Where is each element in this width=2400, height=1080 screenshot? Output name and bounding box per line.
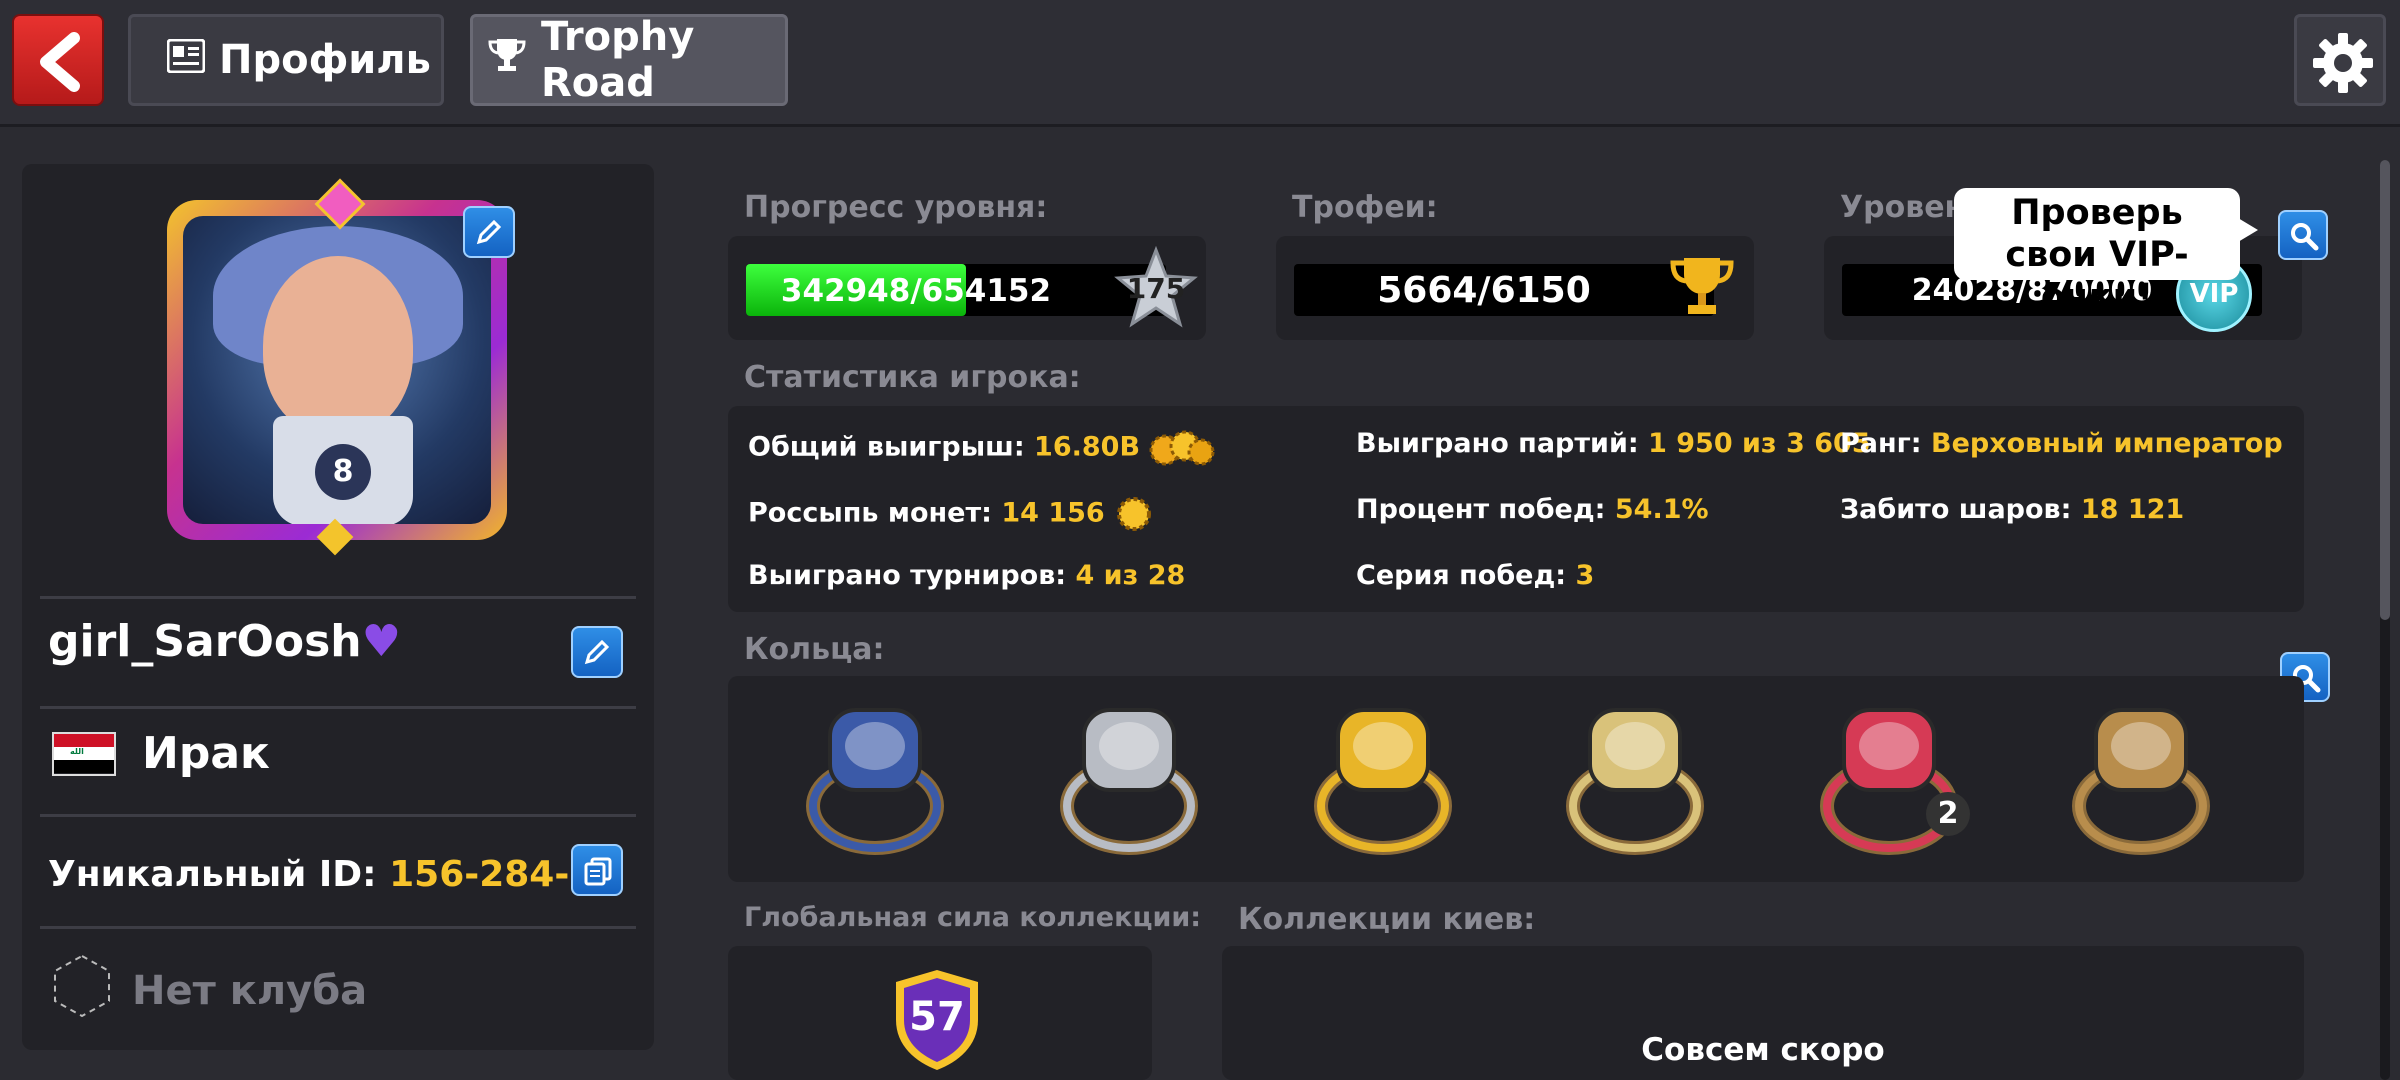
ring-count-badge: 2 <box>1926 792 1970 836</box>
vip-tooltip: Проверь свои VIP-очки! <box>1954 188 2258 317</box>
stat-value: 16.80B <box>1034 431 1141 463</box>
stat-label: Серия побед: <box>1356 560 1567 591</box>
cue-collections-soon: Совсем скоро <box>1641 1032 1885 1068</box>
ring-1-icon[interactable] <box>800 696 950 856</box>
trophies-label: Трофеи: <box>1292 190 1438 225</box>
copy-id-button[interactable] <box>571 844 623 896</box>
vip-label: Уровен <box>1840 190 1966 225</box>
stat-rank: Ранг: Верховный император <box>1840 428 2283 459</box>
edit-avatar-button[interactable] <box>463 206 515 258</box>
level-progress-card: 342948/654152 175 <box>728 236 1206 340</box>
unique-id-label: Уникальный ID: <box>48 854 377 895</box>
stat-coin-scatter: Россыпь монет: 14 156 <box>748 494 1154 534</box>
profile-card-icon <box>166 37 206 83</box>
stat-label: Ранг: <box>1840 428 1922 459</box>
level-star-icon: 175 <box>1114 245 1198 330</box>
player-stats-label: Статистика игрока: <box>744 360 1081 395</box>
stat-win-percent: Процент побед: 54.1% <box>1356 494 1709 525</box>
stat-tournaments-won: Выиграно турниров: 4 из 28 <box>748 560 1185 591</box>
settings-button[interactable] <box>2294 14 2386 106</box>
rings-card: 2 <box>728 676 2304 882</box>
stat-balls-potted: Забито шаров: 18 121 <box>1840 494 2184 525</box>
trophy-icon <box>487 37 527 83</box>
vip-tooltip-text: Проверь свои VIP-очки! <box>2005 193 2189 317</box>
top-bar: Профиль Trophy Road <box>0 0 2400 127</box>
club-hexagon-icon <box>52 954 112 1028</box>
ring-6-icon[interactable] <box>2066 696 2216 856</box>
stat-label: Общий выигрыш: <box>748 431 1025 463</box>
stat-label: Забито шаров: <box>1840 494 2072 525</box>
cue-collections-label: Коллекции киев: <box>1238 902 1536 937</box>
username: girl_SarOosh <box>48 616 362 667</box>
ring-4-icon[interactable] <box>1560 696 1710 856</box>
stat-label: Выиграно партий: <box>1356 428 1639 459</box>
stat-value: 54.1% <box>1614 494 1709 525</box>
divider <box>40 926 636 929</box>
stat-label: Россыпь монет: <box>748 497 992 529</box>
stat-value: 3 <box>1575 560 1595 591</box>
avatar[interactable]: 8 <box>167 178 507 556</box>
tab-trophy-road[interactable]: Trophy Road <box>470 14 788 106</box>
stat-value: 1 950 из 3 605 <box>1648 428 1871 459</box>
stat-value: Верховный император <box>1930 428 2283 459</box>
tab-profile-label: Профиль <box>219 37 431 83</box>
ring-3-icon[interactable] <box>1308 696 1458 856</box>
tab-trophy-road-label: Trophy Road <box>541 14 695 106</box>
country-row: الله Ирак <box>52 728 270 779</box>
trophies-bar: 5664/6150 <box>1294 264 1714 316</box>
vip-search-button[interactable] <box>2278 210 2328 260</box>
divider <box>40 706 636 709</box>
stat-label: Выиграно турниров: <box>748 560 1067 591</box>
level-number: 175 <box>1126 272 1186 305</box>
gold-trophy-icon <box>1670 256 1734 322</box>
level-progress-bar: 342948/654152 <box>746 264 1166 316</box>
level-progress-label: Прогресс уровня: <box>744 190 1048 225</box>
divider <box>40 814 636 817</box>
profile-panel: 8 girl_SarOosh♥ الله Ирак Уникальный ID:… <box>22 164 654 1050</box>
stat-games-won: Выиграно партий: 1 950 из 3 605 <box>1356 428 1871 459</box>
trophies-value: 5664/6150 <box>1377 270 1591 311</box>
avatar-8ball: 8 <box>315 444 371 500</box>
edit-name-button[interactable] <box>571 626 623 678</box>
avatar-gem-bottom-icon <box>316 518 354 556</box>
rings-label: Кольца: <box>744 632 885 667</box>
collection-shield-icon: 57 <box>890 968 984 1072</box>
coin-icon <box>1117 497 1152 531</box>
heart-icon: ♥ <box>361 616 402 667</box>
gear-icon <box>2313 33 2373 93</box>
avatar-face <box>263 256 413 436</box>
stat-value: 18 121 <box>2080 494 2185 525</box>
username-row: girl_SarOosh♥ <box>48 616 401 667</box>
search-icon <box>2291 223 2319 251</box>
level-progress-value: 342948/654152 <box>780 273 1052 309</box>
scrollbar-thumb[interactable] <box>2380 160 2390 620</box>
cue-collections-card[interactable]: Совсем скоро <box>1222 946 2304 1080</box>
pencil-icon <box>584 639 610 665</box>
pencil-icon <box>476 219 502 245</box>
trophies-card: 5664/6150 <box>1276 236 1754 340</box>
unique-id-row: Уникальный ID: 156-284-89 <box>48 854 619 895</box>
chevron-left-icon <box>40 32 80 92</box>
scrollbar[interactable] <box>2380 160 2390 1080</box>
stat-total-winnings: Общий выигрыш: 16.80B <box>748 428 1215 468</box>
club-row[interactable]: Нет клуба <box>52 954 367 1028</box>
collection-power-value: 57 <box>909 994 965 1040</box>
avatar-image: 8 <box>183 216 491 524</box>
player-stats-card: Общий выигрыш: 16.80B Выиграно партий: 1… <box>728 406 2304 612</box>
iraq-flag-icon: الله <box>52 731 116 776</box>
club-name: Нет клуба <box>132 968 368 1014</box>
copy-icon <box>584 857 612 886</box>
stat-win-streak: Серия побед: 3 <box>1356 560 1594 591</box>
stat-value: 4 из 28 <box>1075 560 1186 591</box>
tab-profile[interactable]: Профиль <box>128 14 444 106</box>
divider <box>40 596 636 599</box>
country-name: Ирак <box>142 728 270 779</box>
ring-2-icon[interactable] <box>1054 696 1204 856</box>
collection-power-label: Глобальная сила коллекции: <box>744 902 1202 933</box>
ring-5-icon[interactable]: 2 <box>1814 696 1970 856</box>
coins-pile-icon <box>1149 430 1215 466</box>
back-button[interactable] <box>12 14 104 106</box>
stat-value: 14 156 <box>1001 497 1105 529</box>
stat-label: Процент побед: <box>1356 494 1606 525</box>
